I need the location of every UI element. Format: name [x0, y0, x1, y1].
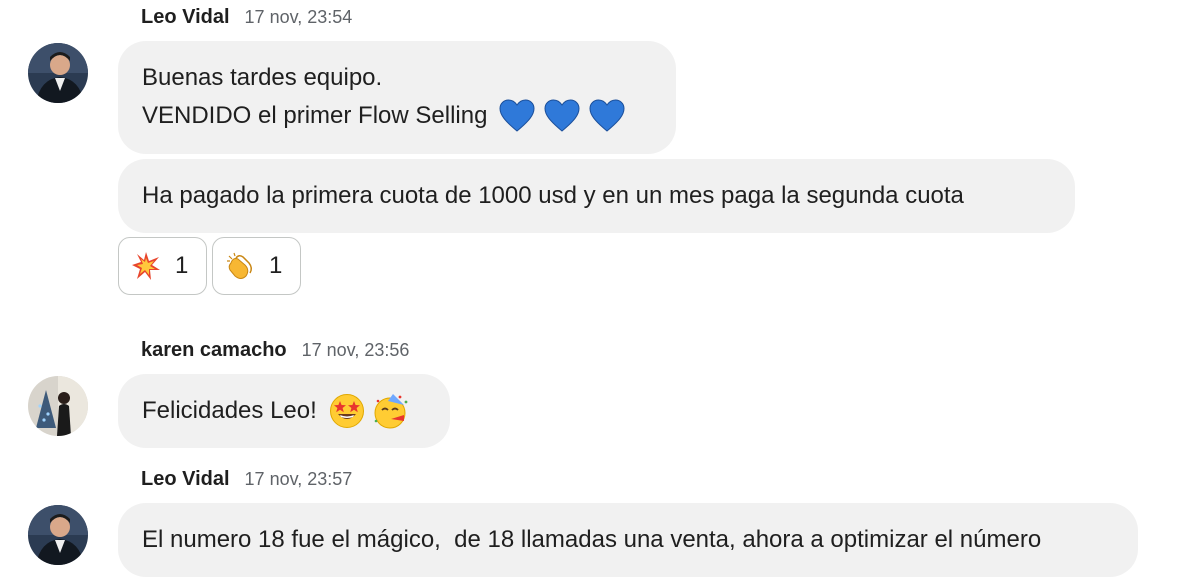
- message-timestamp: 17 nov, 23:56: [301, 340, 410, 360]
- message-text: Ha pagado la primera cuota de 1000 usd y…: [142, 182, 964, 209]
- message-header: Leo Vidal 17 nov, 23:54: [141, 6, 352, 29]
- avatar[interactable]: [28, 43, 88, 103]
- blue-heart-icon: [499, 99, 535, 132]
- message-timestamp: 17 nov, 23:54: [244, 7, 353, 27]
- collision-icon: [132, 252, 160, 280]
- clapping-hands-icon: [227, 252, 253, 279]
- message-text: Buenas tardes equipo.: [142, 64, 383, 91]
- sender-name[interactable]: karen camacho: [141, 339, 287, 362]
- reaction-chip[interactable]: 1: [212, 237, 301, 295]
- message-header: Leo Vidal 17 nov, 23:57: [141, 468, 352, 491]
- message-bubble[interactable]: El numero 18 fue el mágico, de 18 llamad…: [118, 503, 1138, 577]
- avatar[interactable]: [28, 505, 88, 565]
- message-timestamp: 17 nov, 23:57: [244, 469, 353, 489]
- partying-face-icon: [374, 394, 408, 429]
- reactions-bar: 1 1: [118, 237, 301, 295]
- message-text: Felicidades Leo!: [142, 397, 317, 424]
- blue-heart-icon: [589, 99, 625, 132]
- avatar[interactable]: [28, 376, 88, 436]
- message-bubble[interactable]: Felicidades Leo!: [118, 374, 450, 448]
- reaction-count: 1: [269, 252, 283, 279]
- chat-thread: Leo Vidal 17 nov, 23:54 Buenas tardes eq…: [0, 0, 1200, 579]
- reaction-count: 1: [175, 252, 189, 279]
- sender-name[interactable]: Leo Vidal: [141, 468, 230, 491]
- message-text-line: VENDIDO el primer Flow Selling: [142, 97, 652, 135]
- message-text: VENDIDO el primer Flow Selling: [142, 102, 488, 129]
- message-text-line: Felicidades Leo!: [142, 392, 426, 430]
- star-struck-icon: [329, 394, 364, 428]
- reaction-chip[interactable]: 1: [118, 237, 207, 295]
- message-bubble[interactable]: Buenas tardes equipo. VENDIDO el primer …: [118, 41, 676, 154]
- message-bubble[interactable]: Ha pagado la primera cuota de 1000 usd y…: [118, 159, 1075, 233]
- message-header: karen camacho 17 nov, 23:56: [141, 339, 409, 362]
- blue-heart-icon: [544, 99, 580, 132]
- message-text: El numero 18 fue el mágico, de 18 llamad…: [142, 526, 1042, 553]
- sender-name[interactable]: Leo Vidal: [141, 6, 230, 29]
